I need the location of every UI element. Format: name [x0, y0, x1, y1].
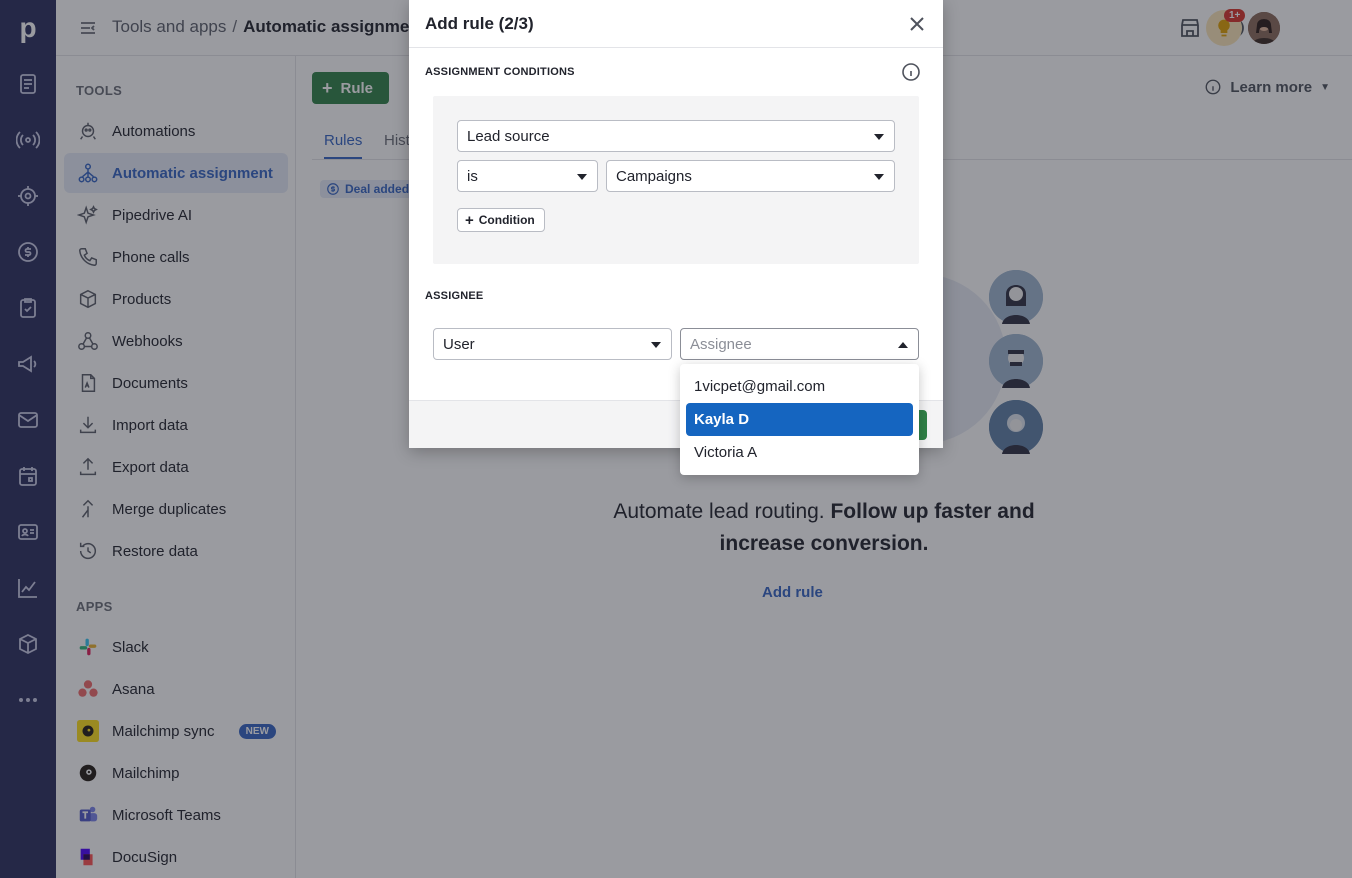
conditions-box: Lead source is Campaigns + Condition [433, 96, 919, 264]
dropdown-option[interactable]: 1vicpet@gmail.com [686, 370, 913, 403]
caret-down-icon [874, 174, 884, 180]
assignee-dropdown-menu: 1vicpet@gmail.com Kayla D Victoria A [680, 364, 919, 475]
assignee-placeholder: Assignee [690, 335, 752, 353]
add-condition-button[interactable]: + Condition [457, 208, 545, 232]
caret-up-icon [898, 342, 908, 348]
modal-title: Add rule (2/3) [425, 14, 534, 33]
assignee-type-value: User [443, 335, 475, 353]
caret-down-icon [651, 342, 661, 348]
assignee-section-title: ASSIGNEE [425, 290, 484, 302]
condition-operator-value: is [467, 167, 478, 185]
assignee-type-select[interactable]: User [433, 328, 672, 360]
close-icon[interactable] [907, 14, 927, 34]
assignee-select[interactable]: Assignee [680, 328, 919, 360]
caret-down-icon [874, 134, 884, 140]
dropdown-option[interactable]: Victoria A [686, 436, 913, 469]
plus-icon: + [465, 211, 474, 229]
conditions-section-title: ASSIGNMENT CONDITIONS [425, 66, 575, 78]
condition-field-select[interactable]: Lead source [457, 120, 895, 152]
condition-field-value: Lead source [467, 127, 550, 145]
add-condition-label: Condition [478, 213, 535, 227]
info-icon[interactable] [901, 62, 921, 82]
condition-operator-select[interactable]: is [457, 160, 598, 192]
modal-header: Add rule (2/3) [409, 0, 943, 48]
dropdown-option-selected[interactable]: Kayla D [686, 403, 913, 436]
condition-value-value: Campaigns [616, 167, 692, 185]
caret-down-icon [577, 174, 587, 180]
condition-value-select[interactable]: Campaigns [606, 160, 895, 192]
